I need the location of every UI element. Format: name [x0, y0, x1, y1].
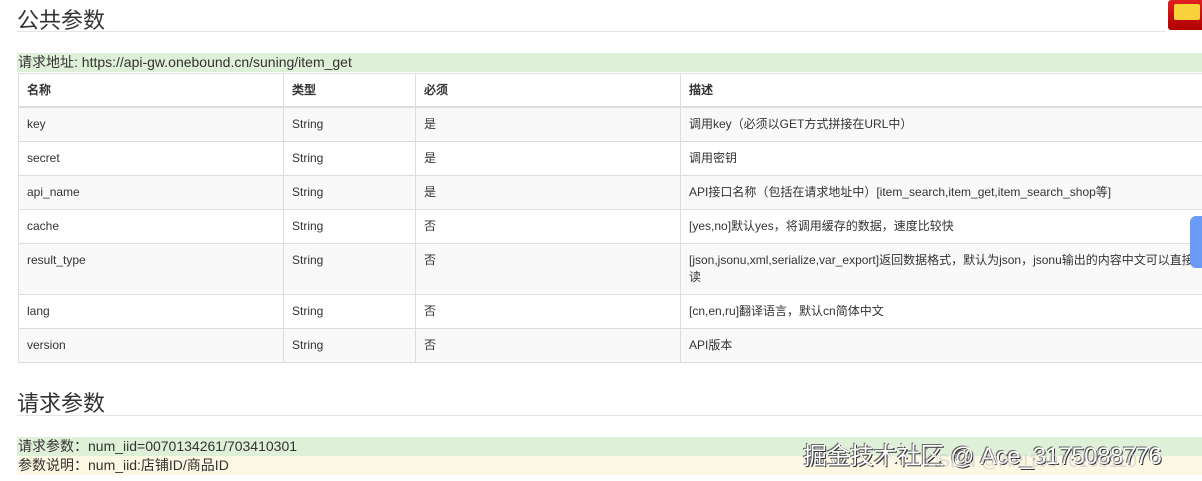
table-row: key String 是调用key（必须以GET方式拼接在URL中） [18, 106, 1202, 142]
param-name: result_type [18, 243, 284, 295]
promo-badge-image[interactable] [1168, 0, 1202, 30]
header-required: 必须 [415, 73, 681, 108]
param-type: String [283, 243, 416, 295]
param-type: String [283, 175, 416, 210]
request-url: 请求地址: https://api-gw.onebound.cn/suning/… [17, 53, 1202, 72]
param-name: secret [18, 141, 284, 176]
table-row: api_name String 是 API接口名称（包括在请求地址中）[item_se… [18, 175, 1202, 210]
param-name: version [18, 328, 284, 363]
header-type: 类型 [283, 73, 416, 108]
param-description: [cn,en,ru]翻译语言，默认cn简体中文 [680, 294, 1202, 329]
param-description: API接口名称（包括在请求地址中）[item_search,item_get,i… [680, 175, 1202, 210]
table-row: lang String 否 [cn,en,ru]翻译语言，默认cn简体中文 [18, 294, 1202, 329]
table-header-row: 名称 类型 必须 描述 [18, 73, 1202, 108]
param-description: [yes,no]默认yes，将调用缓存的数据，速度比较快 [680, 209, 1202, 244]
header-name: 名称 [18, 73, 284, 108]
param-required: 否 [415, 294, 681, 329]
param-name: cache [18, 209, 284, 244]
request-params-heading: 请求参数 [17, 391, 106, 416]
param-type: String [283, 328, 416, 363]
param-type: String [283, 106, 416, 142]
param-description: API版本 [680, 328, 1202, 363]
param-required: 否 [415, 209, 681, 244]
public-params-table: 名称 类型 必须 描述 key String 是调用key（必须以GET方式拼接在U… [18, 73, 1202, 363]
param-description: 调用密钥 [680, 141, 1202, 176]
param-description: 调用key（必须以GET方式拼接在URL中） [680, 106, 1202, 142]
param-type: String [283, 209, 416, 244]
param-name: lang [18, 294, 284, 329]
header-description: 描述 [680, 73, 1202, 108]
param-type: String [283, 294, 416, 329]
table-row: version String 否 API版本 [18, 328, 1202, 363]
param-name: api_name [18, 175, 284, 210]
watermark-csdn: CSDN @API19970108110 [925, 451, 1138, 471]
param-name: key [18, 106, 284, 142]
param-required: 是 [415, 106, 681, 142]
divider [17, 415, 1202, 416]
divider [17, 31, 1166, 32]
param-description: [json,jsonu,xml,serialize,var_export]返回数… [680, 243, 1202, 295]
side-float-button[interactable] [1190, 216, 1202, 268]
param-required: 否 [415, 328, 681, 363]
table-row: secret String 是调用密钥 [18, 141, 1202, 176]
table-row: cache String 否 [yes,no]默认yes，将调用缓存的数据，速度比较快 [18, 209, 1202, 244]
param-required: 是 [415, 141, 681, 176]
table-row: result_type String 否 [json,jsonu,xml,serial… [18, 243, 1202, 295]
param-type: String [283, 141, 416, 176]
param-required: 否 [415, 243, 681, 295]
param-required: 是 [415, 175, 681, 210]
